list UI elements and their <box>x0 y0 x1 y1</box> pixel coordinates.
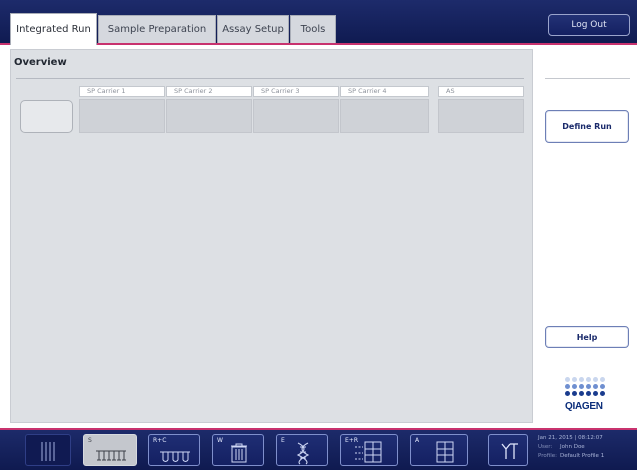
logo-dot <box>600 384 605 389</box>
carrier-slot-sp2[interactable] <box>166 99 252 133</box>
logout-button[interactable]: Log Out <box>548 14 630 36</box>
tools-button[interactable] <box>488 434 528 466</box>
status-user-label: User: <box>538 444 553 450</box>
logo-dot <box>600 391 605 396</box>
page-title: Overview <box>14 57 67 68</box>
eluates-button[interactable]: E <box>276 434 328 466</box>
logo-dot <box>572 384 577 389</box>
define-run-button[interactable]: Define Run <box>545 110 629 143</box>
footer-accent-line <box>0 428 637 430</box>
run-slot-button[interactable] <box>20 100 73 133</box>
tools-icon <box>501 443 518 459</box>
logo-dot <box>579 384 584 389</box>
carrier-header-sp1: SP Carrier 1 <box>79 86 165 97</box>
logo-dot <box>600 377 605 382</box>
carrier-slot-sp4[interactable] <box>340 99 429 133</box>
logo-dot <box>579 377 584 382</box>
qiagen-logo-dots-icon <box>565 377 609 401</box>
tip-rack-icon <box>41 442 55 461</box>
carrier-header-sp2: SP Carrier 2 <box>166 86 252 97</box>
title-divider <box>16 78 524 79</box>
logo-dot <box>565 384 570 389</box>
tab-tools[interactable]: Tools <box>290 15 336 43</box>
status-datetime: Jan 21, 2015 | 08:12:07 <box>538 435 603 441</box>
logo-dot <box>572 377 577 382</box>
samples-button[interactable]: S <box>83 434 137 466</box>
logo-dot <box>593 377 598 382</box>
carrier-slot-as[interactable] <box>438 99 524 133</box>
tab-integrated-run[interactable]: Integrated Run <box>10 13 97 45</box>
carrier-header-as: AS <box>438 86 524 97</box>
assay-plate-icon <box>436 441 454 463</box>
sidebar-divider <box>545 78 630 79</box>
logo-dot <box>586 377 591 382</box>
assays-button[interactable]: A <box>410 434 468 466</box>
plate-grid-icon <box>355 441 382 463</box>
carrier-slot-sp1[interactable] <box>79 99 165 133</box>
logo-dot <box>593 391 598 396</box>
reagents-button[interactable]: R+C <box>148 434 200 466</box>
logo-dot <box>565 377 570 382</box>
carrier-header-sp4: SP Carrier 4 <box>340 86 429 97</box>
help-button[interactable]: Help <box>545 326 629 348</box>
trash-icon <box>231 443 247 463</box>
carrier-header-sp3: SP Carrier 3 <box>253 86 339 97</box>
status-profile: Default Profile 1 <box>560 453 605 459</box>
status-profile-label: Profile: <box>538 453 557 459</box>
tip-rack-button[interactable] <box>25 434 71 466</box>
status-user: John Doe <box>560 444 585 450</box>
dna-helix-icon <box>296 442 310 465</box>
logo-dot <box>565 391 570 396</box>
reagent-strip-icon <box>160 451 190 462</box>
sample-tubes-icon <box>96 450 126 461</box>
carrier-slot-sp3[interactable] <box>253 99 339 133</box>
logo-dot <box>579 391 584 396</box>
waste-button[interactable]: W <box>212 434 264 466</box>
logo-dot <box>572 391 577 396</box>
logo-dot <box>593 384 598 389</box>
tab-assay-setup[interactable]: Assay Setup <box>217 15 289 43</box>
tab-sample-preparation[interactable]: Sample Preparation <box>98 15 216 43</box>
logo-dot <box>586 391 591 396</box>
qiagen-logo: QIAGEN <box>565 401 603 412</box>
status-panel: Jan 21, 2015 | 08:12:07 User: John Doe P… <box>538 434 633 461</box>
eluates-reagents-button[interactable]: E+R <box>340 434 398 466</box>
logo-dot <box>586 384 591 389</box>
